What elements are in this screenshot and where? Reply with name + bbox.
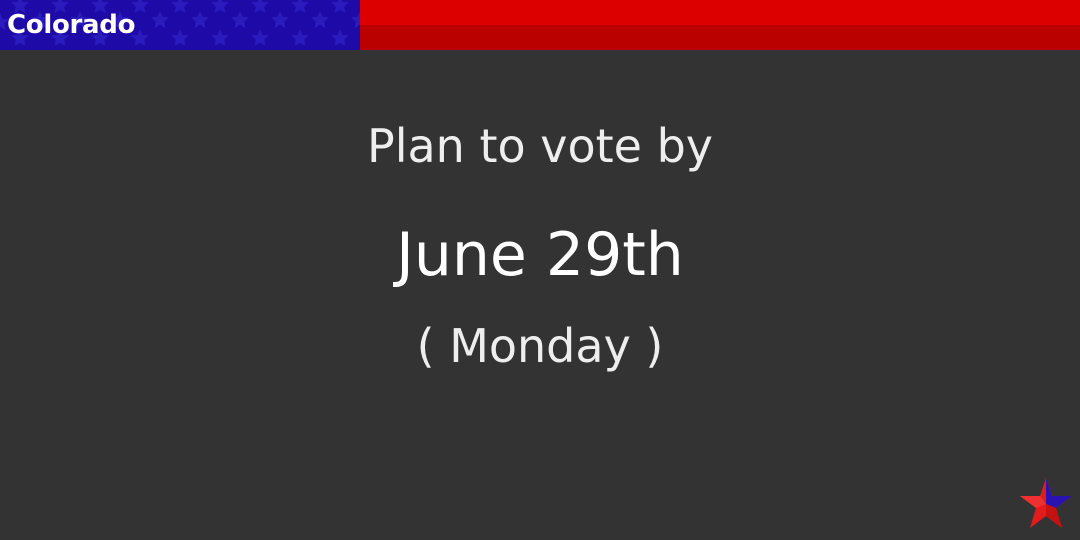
page: Colorado Plan to vote by June 29th ( Mon…	[0, 0, 1080, 540]
vote-weekday: ( Monday )	[416, 319, 664, 373]
banner-red-stripe-top	[360, 0, 1080, 25]
vote-intro-text: Plan to vote by	[366, 119, 714, 173]
vote-date: June 29th	[396, 220, 684, 290]
flag-banner: Colorado	[0, 0, 1080, 50]
star-logo-icon	[1020, 478, 1072, 528]
banner-star-field: Colorado	[0, 0, 360, 50]
banner-red-stripe-bottom	[360, 25, 1080, 50]
state-name: Colorado	[7, 10, 136, 40]
